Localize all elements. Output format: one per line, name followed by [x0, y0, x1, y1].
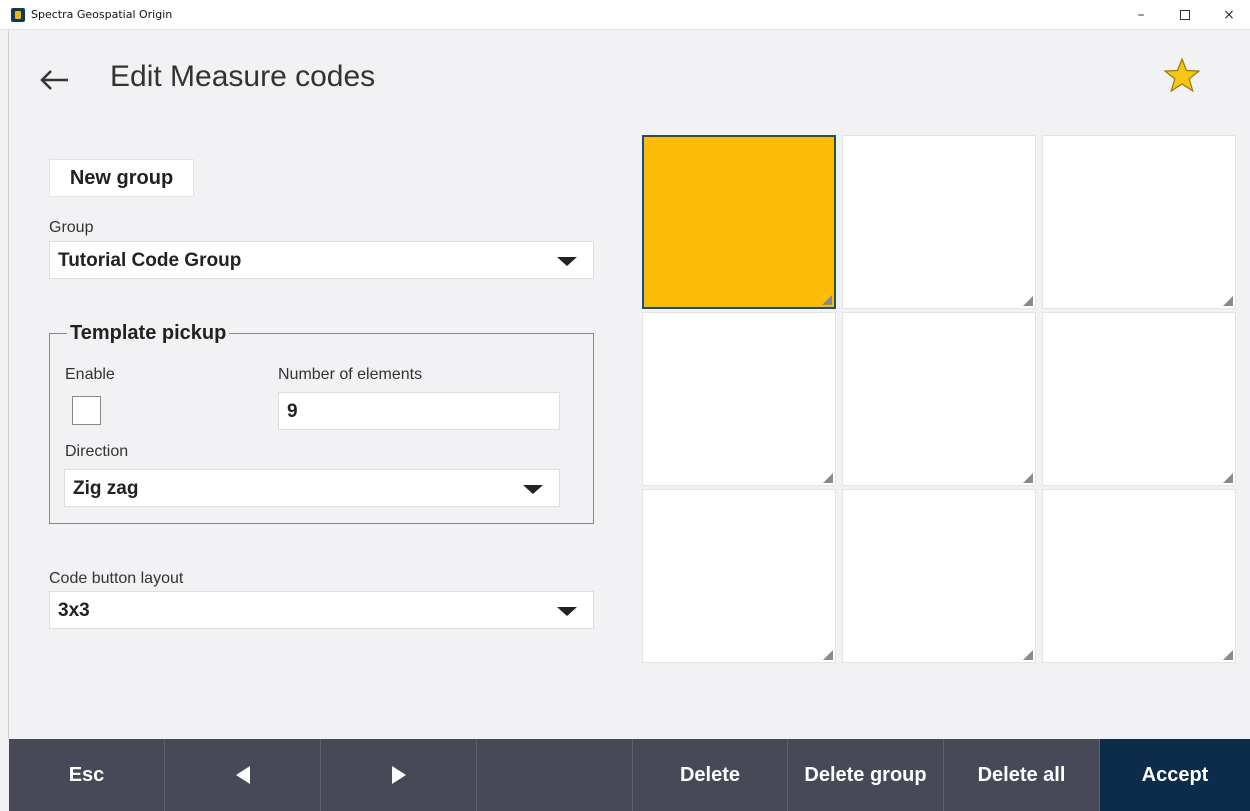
- code-button-layout-select[interactable]: 3x3: [49, 591, 594, 629]
- code-button-layout-label: Code button layout: [49, 570, 184, 587]
- delete-button[interactable]: Delete: [633, 739, 788, 811]
- minimize-button[interactable]: –: [1119, 0, 1163, 30]
- corner-triangle-icon: [1023, 296, 1033, 306]
- corner-triangle-icon: [1223, 473, 1233, 483]
- direction-label: Direction: [65, 443, 129, 460]
- esc-button[interactable]: Esc: [9, 739, 165, 811]
- maximize-icon: [1180, 10, 1190, 20]
- code-button[interactable]: [642, 312, 836, 486]
- code-button[interactable]: [842, 135, 1036, 309]
- page-title: Edit Measure codes: [110, 60, 376, 93]
- app-logo-icon: [11, 8, 25, 22]
- chevron-down-icon: [557, 607, 577, 616]
- direction-select[interactable]: Zig zag: [64, 469, 560, 507]
- enable-label: Enable: [65, 366, 115, 383]
- corner-triangle-icon: [1223, 650, 1233, 660]
- code-button[interactable]: [1042, 312, 1236, 486]
- code-button[interactable]: [842, 489, 1036, 663]
- code-button[interactable]: [1042, 489, 1236, 663]
- triangle-right-icon: [391, 766, 406, 784]
- code-button[interactable]: [642, 135, 836, 309]
- code-button[interactable]: [1042, 135, 1236, 309]
- window-title: Spectra Geospatial Origin: [31, 8, 173, 21]
- chevron-down-icon: [557, 257, 577, 266]
- back-button[interactable]: [36, 60, 76, 100]
- triangle-left-icon: [235, 766, 250, 784]
- direction-select-value: Zig zag: [73, 478, 139, 499]
- template-pickup-legend: Template pickup: [67, 322, 230, 345]
- corner-triangle-icon: [1023, 650, 1033, 660]
- group-select[interactable]: Tutorial Code Group: [49, 241, 594, 279]
- close-button[interactable]: ×: [1207, 0, 1250, 30]
- bottom-action-bar: Esc Delete Delete group Delete all Accep…: [9, 739, 1250, 811]
- delete-group-button[interactable]: Delete group: [788, 739, 944, 811]
- delete-all-button[interactable]: Delete all: [944, 739, 1100, 811]
- corner-triangle-icon: [823, 650, 833, 660]
- corner-triangle-icon: [1223, 296, 1233, 306]
- window-frame-left: [0, 30, 9, 739]
- star-icon[interactable]: [1163, 57, 1201, 95]
- empty-softkey: [477, 739, 633, 811]
- previous-button[interactable]: [165, 739, 321, 811]
- maximize-button[interactable]: [1163, 0, 1207, 30]
- corner-triangle-icon: [823, 473, 833, 483]
- code-button-layout-value: 3x3: [58, 600, 90, 621]
- number-of-elements-value: 9: [287, 401, 298, 422]
- chevron-down-icon: [523, 485, 543, 494]
- code-button[interactable]: [642, 489, 836, 663]
- window-titlebar: Spectra Geospatial Origin – ×: [0, 0, 1250, 30]
- group-select-value: Tutorial Code Group: [58, 250, 242, 271]
- new-group-button[interactable]: New group: [49, 159, 194, 197]
- code-button[interactable]: [842, 312, 1036, 486]
- corner-triangle-icon: [822, 295, 832, 305]
- corner-triangle-icon: [1023, 473, 1033, 483]
- arrow-left-icon: [40, 70, 68, 90]
- next-button[interactable]: [321, 739, 477, 811]
- number-of-elements-label: Number of elements: [278, 366, 423, 383]
- accept-button[interactable]: Accept: [1100, 739, 1250, 811]
- number-of-elements-field[interactable]: 9: [278, 392, 560, 430]
- enable-checkbox[interactable]: [72, 396, 101, 425]
- group-label: Group: [49, 219, 94, 236]
